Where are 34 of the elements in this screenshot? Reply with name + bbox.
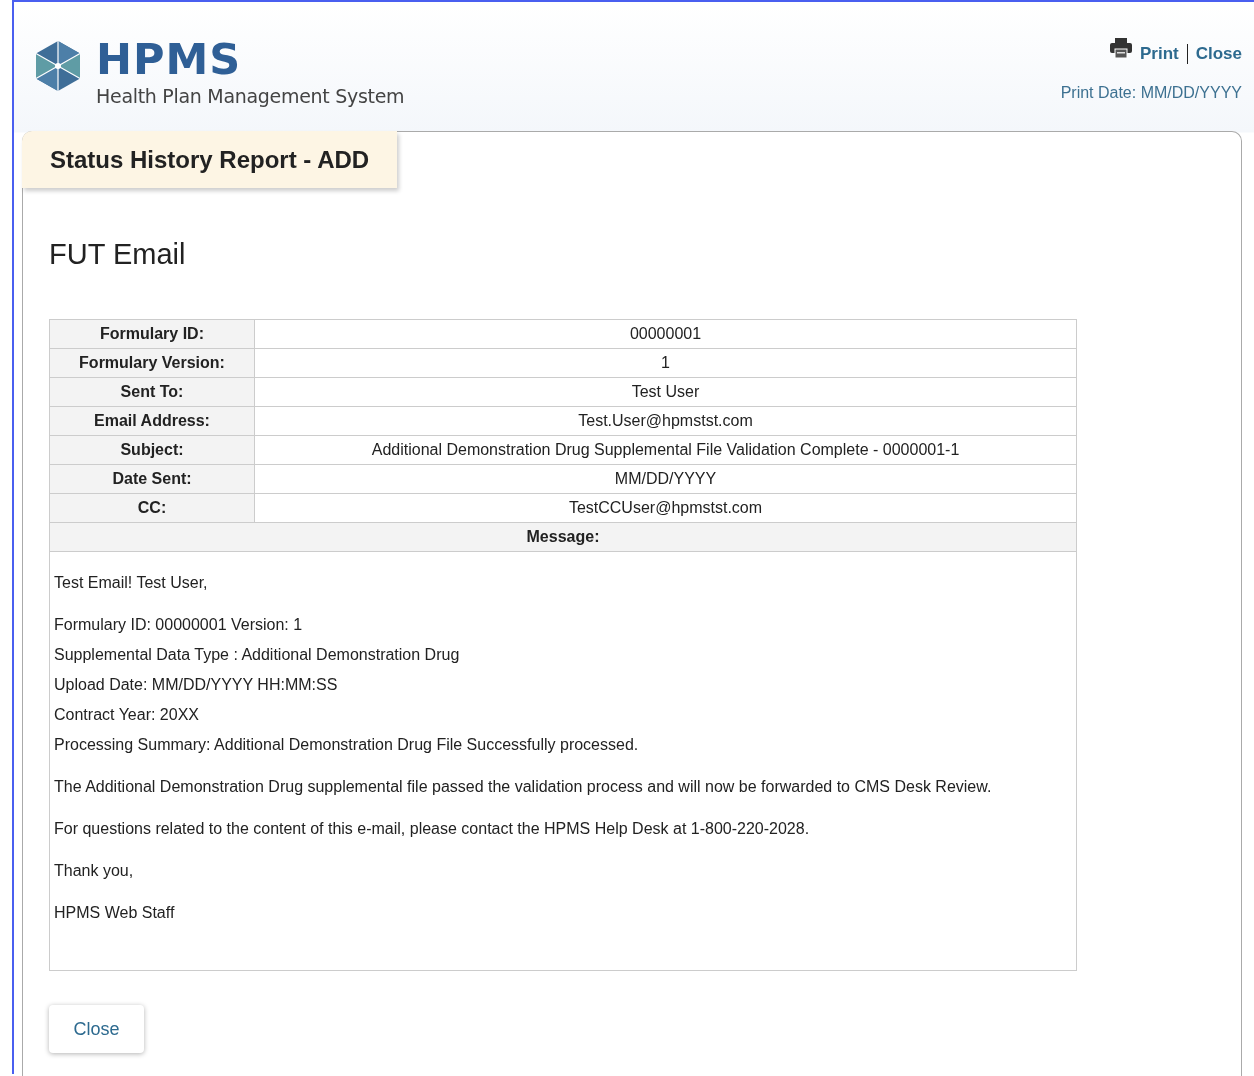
message-label: Message:	[49, 522, 1077, 552]
close-button[interactable]: Close	[49, 1005, 144, 1053]
field-label: Email Address:	[49, 406, 255, 436]
field-label: Formulary ID:	[49, 319, 255, 349]
field-label: CC:	[49, 493, 255, 523]
field-value: Additional Demonstration Drug Supplemental File Validation Complete - 0000001-1	[254, 435, 1077, 465]
field-value: Test.User@hpmstst.com	[254, 406, 1077, 436]
printer-icon	[1109, 38, 1132, 58]
print-date: Print Date: MM/DD/YYYY	[1060, 84, 1242, 102]
field-value: 1	[254, 348, 1077, 378]
header-link[interactable]: Close	[1187, 44, 1242, 64]
field-value: Test User	[254, 377, 1077, 407]
logo-subtitle: Health Plan Management System	[96, 87, 405, 106]
message-line: For questions related to the content of this e-mail, please contact the HPMS Help Desk at 1-800-220-2028.	[54, 819, 811, 839]
field-label: Subject:	[49, 435, 255, 465]
message-line: Processing Summary: Additional Demonstration Drug File Successfully processed.	[54, 735, 640, 755]
field-value: 00000001	[254, 319, 1077, 349]
message-line: The Additional Demonstration Drug supplemental file passed the validation process and will now be forwarded to CMS Desk Review.	[54, 777, 993, 797]
field-value: MM/DD/YYYY	[254, 464, 1077, 494]
field-label: Sent To:	[49, 377, 255, 407]
field-label: Date Sent:	[49, 464, 255, 494]
message-line: Contract Year: 20XX	[54, 705, 200, 725]
logo-title: HPMS	[96, 38, 243, 81]
section-heading: FUT Email	[49, 238, 187, 271]
hexagon-logo-icon	[34, 40, 82, 92]
field-label: Formulary Version:	[49, 348, 255, 378]
message-line: Thank you,	[54, 861, 135, 881]
message-line: Upload Date: MM/DD/YYYY HH:MM:SS	[54, 675, 339, 695]
message-line: Formulary ID: 00000001 Version: 1	[54, 615, 304, 635]
message-line: HPMS Web Staff	[54, 903, 176, 923]
message-line: Test Email! Test User,	[54, 573, 209, 593]
message-line: Supplemental Data Type : Additional Demonstration Drug	[54, 645, 461, 665]
header-link[interactable]: Print	[1101, 38, 1187, 64]
field-value: TestCCUser@hpmstst.com	[254, 493, 1077, 523]
